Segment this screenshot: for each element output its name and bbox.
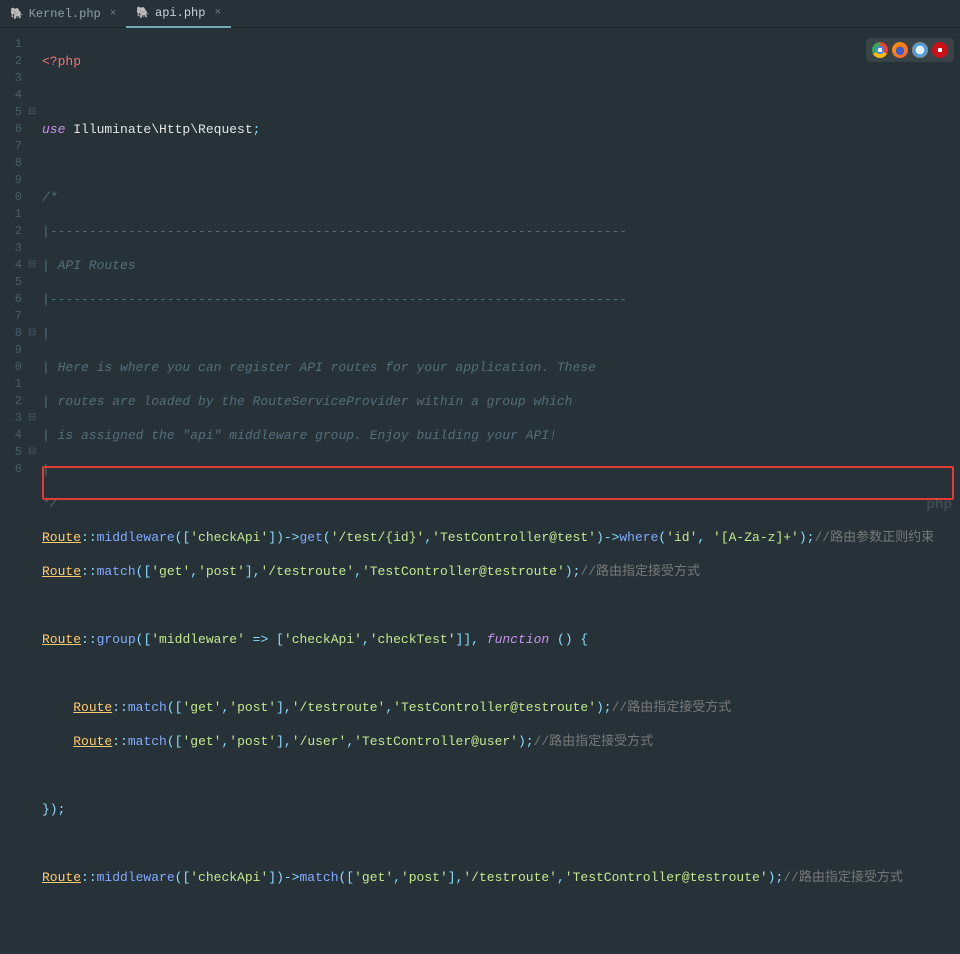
tab-label: Kernel.php [29, 7, 101, 21]
line-gutter: 12345678901234567890123456 [0, 28, 28, 519]
tab-bar: 🐘 Kernel.php × 🐘 api.php × [0, 0, 960, 28]
opera-icon[interactable] [932, 42, 948, 58]
php-icon: 🐘 [136, 6, 150, 20]
code-editor[interactable]: 12345678901234567890123456 ⊟⊟⊟⊟⊟ <?php u… [0, 28, 960, 519]
close-icon[interactable]: × [110, 8, 117, 20]
close-icon[interactable]: × [214, 7, 221, 19]
browser-icons-panel [866, 38, 954, 62]
watermark: php [926, 495, 952, 511]
fold-gutter: ⊟⊟⊟⊟⊟ [28, 28, 42, 519]
tab-api[interactable]: 🐘 api.php × [126, 0, 231, 28]
tab-label: api.php [155, 6, 205, 20]
firefox-icon[interactable] [892, 42, 908, 58]
php-icon: 🐘 [10, 7, 24, 21]
code-area[interactable]: <?php use Illuminate\Http\Request; /* |-… [42, 28, 960, 519]
chrome-icon[interactable] [872, 42, 888, 58]
safari-icon[interactable] [912, 42, 928, 58]
tab-kernel[interactable]: 🐘 Kernel.php × [0, 0, 126, 28]
